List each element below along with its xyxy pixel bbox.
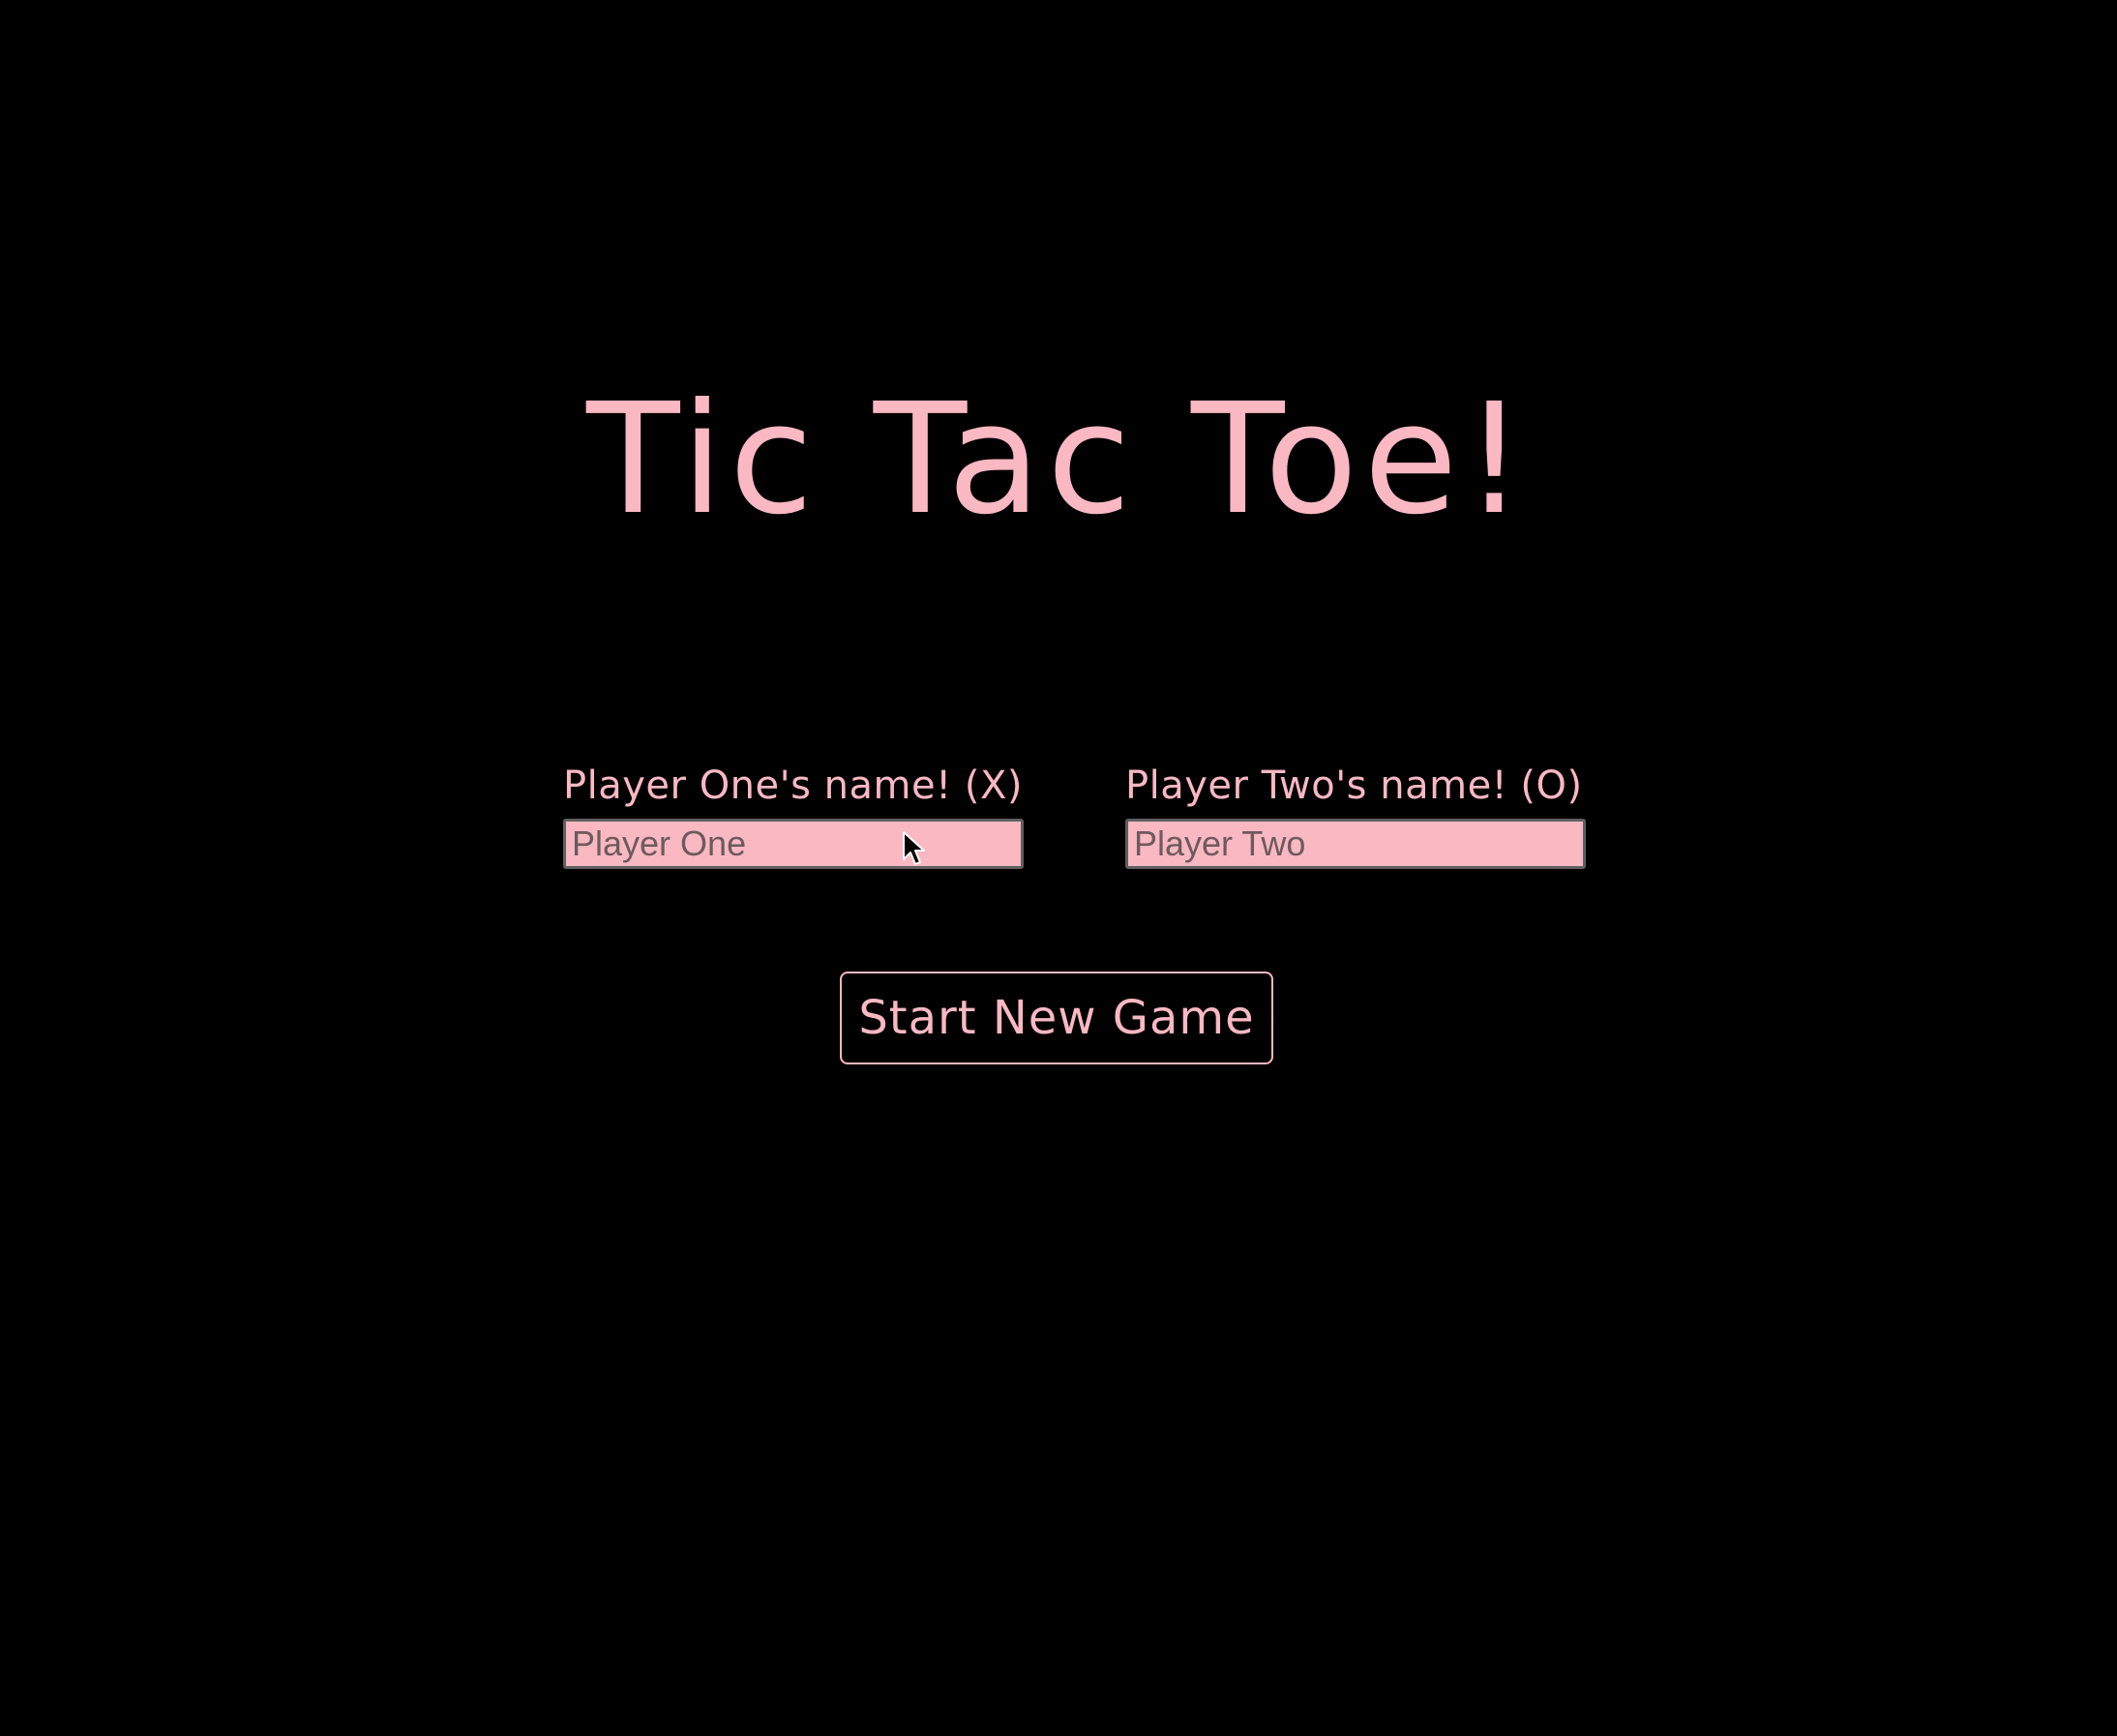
page-title: Tic Tac Toe! (586, 371, 1531, 549)
player-one-field: Player One's name! (X) (563, 759, 1066, 869)
player-one-name-input[interactable] (563, 819, 1024, 869)
start-new-game-button[interactable]: Start New Game (840, 972, 1273, 1064)
player-two-label: Player Two's name! (O) (1125, 763, 1583, 808)
mouse-pointer-icon (903, 831, 925, 865)
player-two-field: Player Two's name! (O) (1125, 759, 1628, 869)
player-one-label: Player One's name! (X) (563, 763, 1023, 808)
player-two-name-input[interactable] (1125, 819, 1586, 869)
